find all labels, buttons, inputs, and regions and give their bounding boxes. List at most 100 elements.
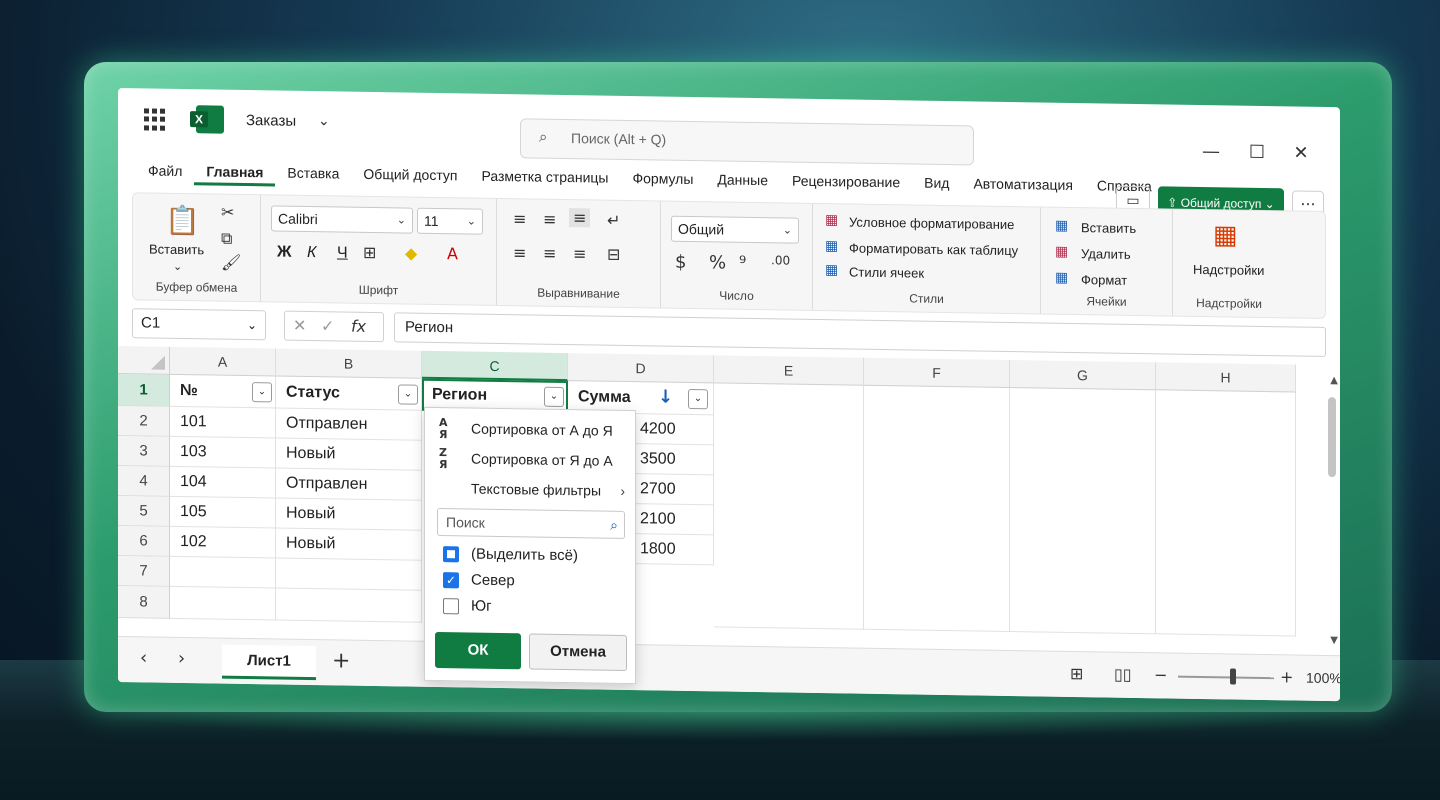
empty-cell[interactable] [276, 558, 422, 591]
row-header-2[interactable]: 2 [118, 406, 170, 437]
row-header-8[interactable]: 8 [118, 586, 170, 619]
select-all-checkbox[interactable]: (Выделить всё) [443, 544, 578, 566]
tab-automate[interactable]: Автоматизация [961, 169, 1084, 199]
cancel-icon[interactable]: ✕ [293, 316, 306, 335]
wrap-text-icon[interactable]: ↵ [607, 211, 620, 230]
decimal-icon[interactable]: .00 [771, 253, 790, 267]
empty-column-h[interactable] [1156, 390, 1296, 637]
format-as-table-button[interactable]: Форматировать как таблицу [849, 240, 1018, 258]
chevron-down-icon[interactable]: ⌄ [318, 113, 330, 129]
column-header-a[interactable]: A [170, 346, 276, 377]
chevron-left-icon[interactable]: ‹ [140, 647, 147, 668]
font-color-icon[interactable]: A [447, 244, 458, 263]
tab-share[interactable]: Общий доступ [351, 160, 469, 190]
tab-page-layout[interactable]: Разметка страницы [469, 162, 620, 192]
copy-icon[interactable]: ⧉ [221, 229, 232, 249]
conditional-formatting-button[interactable]: Условное форматирование [849, 214, 1014, 232]
column-header-e[interactable]: E [714, 355, 864, 386]
tab-view[interactable]: Вид [912, 168, 961, 197]
minimize-button[interactable]: — [1196, 141, 1226, 171]
normal-view-icon[interactable]: ⊞ [1070, 664, 1083, 683]
addins-button[interactable]: Надстройки [1193, 262, 1264, 278]
empty-cell[interactable] [170, 556, 276, 589]
zoom-out-icon[interactable]: − [1154, 665, 1167, 684]
chevron-right-icon[interactable]: › [178, 648, 185, 669]
font-size-select[interactable]: 11 ⌄ [417, 207, 483, 235]
merge-cells-icon[interactable]: ⊟ [607, 245, 620, 264]
align-right-icon[interactable]: ≡ [573, 244, 586, 263]
row-header-5[interactable]: 5 [118, 496, 170, 527]
percent-icon[interactable]: % [709, 252, 726, 273]
table-cell[interactable]: Новый [276, 498, 422, 531]
align-middle-icon[interactable]: ≡ [543, 210, 556, 229]
search-box[interactable]: ⌕ Поиск (Alt + Q) [520, 118, 974, 166]
scroll-down-icon[interactable]: ▼ [1330, 635, 1338, 646]
filter-button-d[interactable]: ⌄ [688, 388, 708, 410]
sort-ascending-item[interactable]: A Я Сортировка от А до Я [425, 414, 635, 445]
empty-column-g[interactable] [1010, 388, 1156, 635]
table-cell[interactable]: Новый [276, 528, 422, 561]
italic-button[interactable]: К [307, 244, 316, 262]
table-cell[interactable]: 105 [170, 496, 276, 529]
enter-icon[interactable]: ✓ [321, 316, 334, 335]
table-cell[interactable]: 102 [170, 526, 276, 559]
cut-icon[interactable]: ✂ [221, 203, 234, 222]
south-checkbox[interactable]: Юг [443, 596, 492, 617]
add-sheet-button[interactable]: + [332, 648, 350, 673]
empty-column-f[interactable] [864, 385, 1010, 633]
chevron-down-icon[interactable]: ⌄ [173, 260, 182, 273]
table-cell[interactable]: Отправлен [276, 408, 422, 441]
filter-button-a[interactable]: ⌄ [252, 382, 272, 403]
align-bottom-icon[interactable]: ≡ [569, 208, 591, 228]
align-left-icon[interactable]: ≡ [513, 243, 526, 262]
insert-function-icon[interactable]: fx [351, 317, 366, 336]
tab-data[interactable]: Данные [705, 165, 780, 194]
table-cell[interactable]: Новый [276, 438, 422, 471]
app-launcher-icon[interactable] [144, 108, 166, 131]
column-header-d[interactable]: D [568, 353, 714, 384]
filter-button-b[interactable]: ⌄ [398, 384, 418, 405]
filter-search-input[interactable]: Поиск ⌕ [437, 508, 625, 539]
column-header-h[interactable]: H [1156, 362, 1296, 393]
maximize-button[interactable]: ☐ [1242, 142, 1272, 172]
tab-formulas[interactable]: Формулы [620, 164, 705, 193]
close-button[interactable]: ✕ [1286, 142, 1316, 172]
column-header-b[interactable]: B [276, 348, 422, 379]
column-header-c[interactable]: C [422, 350, 568, 382]
delete-cells-button[interactable]: Удалить [1081, 246, 1131, 262]
align-center-icon[interactable]: ≡ [543, 244, 556, 263]
tab-insert[interactable]: Вставка [275, 158, 351, 187]
text-filters-item[interactable]: Текстовые фильтры › [425, 474, 635, 505]
scroll-up-icon[interactable]: ▲ [1330, 375, 1338, 386]
format-cells-button[interactable]: Формат [1081, 272, 1127, 288]
paste-button[interactable]: Вставить [149, 241, 204, 257]
filter-button-c[interactable]: ⌄ [544, 386, 564, 408]
row-header-3[interactable]: 3 [118, 436, 170, 467]
sort-descending-item[interactable]: Z Я Сортировка от Я до А [425, 444, 635, 475]
ok-button[interactable]: ОК [435, 631, 521, 670]
zoom-level[interactable]: 100% [1306, 670, 1340, 687]
formula-input[interactable]: Регион [394, 312, 1326, 357]
row-header-4[interactable]: 4 [118, 466, 170, 497]
borders-icon[interactable]: ⊞ [363, 243, 376, 262]
row-header-7[interactable]: 7 [118, 556, 170, 587]
addins-icon[interactable]: ▦ [1213, 220, 1238, 250]
tab-file[interactable]: Файл [136, 156, 194, 185]
empty-cell[interactable] [276, 588, 422, 623]
document-title[interactable]: Заказы [246, 112, 296, 130]
north-checkbox[interactable]: ✓ Север [443, 570, 515, 591]
comma-style-icon[interactable]: ⁹ [739, 253, 746, 274]
cancel-button[interactable]: Отмена [529, 633, 627, 671]
fill-color-icon[interactable]: ◆ [405, 244, 417, 263]
name-box[interactable]: C1 ⌄ [132, 308, 266, 341]
number-format-select[interactable]: Общий ⌄ [671, 215, 799, 244]
sheet-tab[interactable]: Лист1 [222, 644, 316, 681]
table-cell[interactable]: Отправлен [276, 468, 422, 501]
cell-styles-button[interactable]: Стили ячеек [849, 264, 924, 280]
row-header-1[interactable]: 1 [118, 374, 170, 407]
column-header-g[interactable]: G [1010, 360, 1156, 391]
table-cell[interactable]: 104 [170, 466, 276, 499]
zoom-in-icon[interactable]: + [1280, 667, 1293, 686]
zoom-slider[interactable] [1178, 675, 1274, 680]
column-header-f[interactable]: F [864, 357, 1010, 389]
